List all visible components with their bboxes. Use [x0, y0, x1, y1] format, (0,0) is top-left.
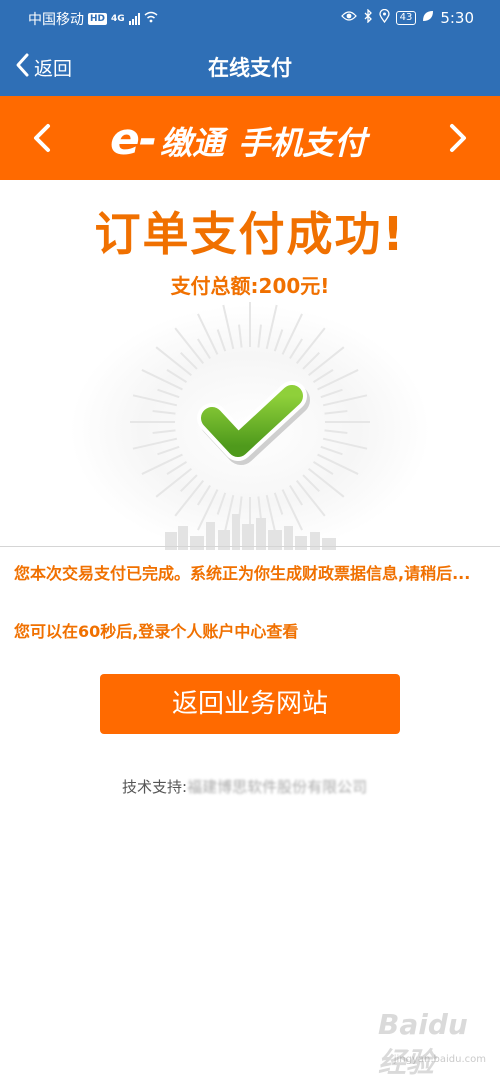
nav-bar: 返回 在线支付	[0, 36, 500, 96]
return-to-site-button[interactable]: 返回业务网站	[100, 674, 400, 734]
support-label: 技术支持:	[122, 778, 188, 796]
watermark: Baidu 经验 jingyan.baidu.com	[378, 1008, 488, 1079]
divider	[0, 546, 500, 547]
location-icon	[378, 8, 390, 27]
payment-complete-message: 您本次交易支付已完成。系统正为你生成财政票据信息,请稍后...	[14, 564, 471, 583]
account-hint-message: 您可以在60秒后,登录个人账户中心查看	[14, 622, 299, 641]
brand-name: 缴通	[160, 124, 225, 162]
brand-logo: e- 缴通 手机支付	[110, 114, 366, 165]
chevron-left-icon	[34, 124, 50, 152]
brand-e: e-	[110, 114, 157, 165]
payment-amount: 支付总额:200元!	[170, 274, 330, 298]
sunburst-graphic	[70, 300, 430, 550]
status-left: 中国移动 HD 4G	[28, 9, 158, 29]
page-title: 在线支付	[208, 56, 292, 80]
watermark-url: jingyan.baidu.com	[393, 1054, 486, 1065]
tech-support: 技术支持:福建博思软件股份有限公司	[122, 776, 367, 797]
brand-banner: e- 缴通 手机支付	[0, 96, 500, 180]
brand-subtitle: 手机支付	[238, 124, 367, 162]
network-type: 4G	[111, 14, 125, 24]
banner-next-button[interactable]	[434, 116, 478, 160]
wifi-icon	[144, 11, 158, 27]
success-illustration	[70, 300, 430, 550]
support-company: 福建博思软件股份有限公司	[187, 778, 368, 796]
status-bar: 中国移动 HD 4G 43 5:30	[0, 0, 500, 36]
bluetooth-icon	[363, 8, 373, 27]
clock-time: 5:30	[440, 9, 474, 27]
banner-prev-button[interactable]	[22, 116, 66, 160]
eye-icon	[340, 10, 357, 26]
hd-badge: HD	[88, 13, 108, 25]
battery-icon: 43	[395, 11, 417, 25]
leaf-icon	[422, 10, 434, 26]
success-title: 订单支付成功!	[94, 207, 406, 261]
chevron-right-icon	[450, 124, 466, 152]
status-right: 43 5:30	[340, 8, 474, 27]
watermark-logo: Baidu 经验	[378, 1008, 468, 1079]
signal-icon	[128, 13, 140, 25]
carrier-name: 中国移动	[28, 12, 84, 28]
